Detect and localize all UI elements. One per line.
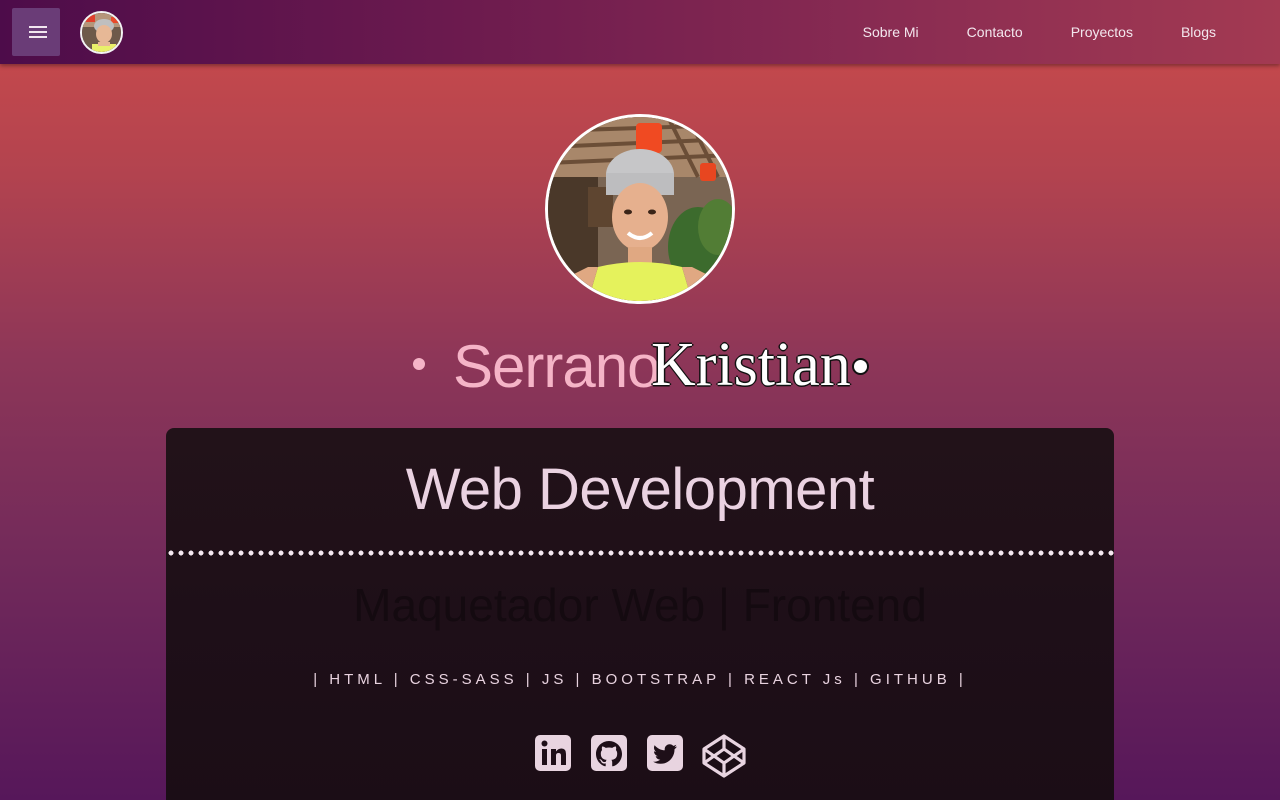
card-title: Web Development bbox=[405, 457, 875, 522]
social-links bbox=[166, 733, 1114, 779]
nav-link-sobre-mi[interactable]: Sobre Mi bbox=[839, 0, 943, 64]
profile-photo-icon bbox=[548, 117, 732, 301]
nav-avatar[interactable] bbox=[80, 11, 123, 54]
nav-link-blogs[interactable]: Blogs bbox=[1157, 0, 1280, 64]
nav-link-contacto[interactable]: Contacto bbox=[943, 0, 1047, 64]
twitter-icon[interactable] bbox=[645, 733, 689, 777]
menu-button[interactable] bbox=[12, 8, 60, 56]
codepen-icon[interactable] bbox=[701, 733, 746, 778]
nav-link-proyectos[interactable]: Proyectos bbox=[1047, 0, 1157, 64]
github-icon[interactable] bbox=[589, 733, 633, 777]
name-heading: Serrano Kristian bbox=[0, 330, 1280, 402]
card-subtitle: Maquetador Web | Frontend bbox=[353, 579, 927, 631]
linkedin-icon[interactable] bbox=[533, 733, 577, 777]
hero-avatar bbox=[545, 114, 735, 304]
skills-list: | HTML | CSS-SASS | JS | BOOTSTRAP | REA… bbox=[313, 671, 967, 688]
hamburger-icon bbox=[29, 26, 47, 28]
profile-photo-icon bbox=[82, 13, 121, 52]
bullet-dot-left bbox=[413, 358, 425, 370]
profile-card: Web Development Maquetador Web | Fronten… bbox=[166, 428, 1114, 800]
dotted-divider bbox=[166, 550, 1114, 556]
nav-links: Sobre Mi Contacto Proyectos Blogs bbox=[839, 0, 1280, 64]
top-navbar: Sobre Mi Contacto Proyectos Blogs bbox=[0, 0, 1280, 64]
last-name: Kristian bbox=[651, 331, 851, 399]
first-name: Serrano bbox=[453, 333, 660, 400]
bullet-dot-right bbox=[852, 358, 869, 375]
